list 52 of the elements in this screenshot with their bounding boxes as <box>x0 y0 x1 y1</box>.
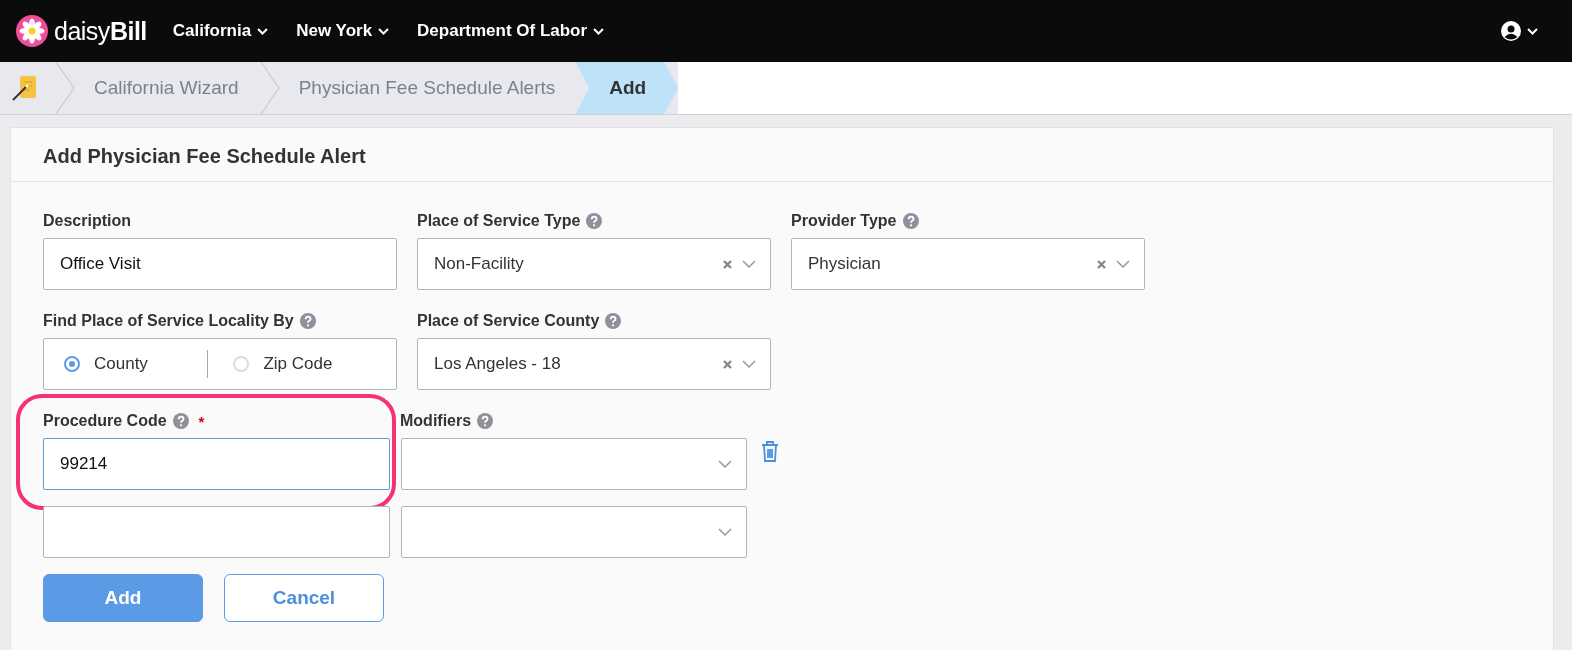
required-mark: * <box>198 412 205 430</box>
clear-icon[interactable] <box>723 259 732 269</box>
field-label: Description <box>43 212 131 230</box>
caret-icon <box>1527 27 1538 35</box>
radio-option[interactable]: County <box>64 354 207 374</box>
chevron-down-icon <box>718 460 732 468</box>
select-value: Non-Facility <box>434 254 525 274</box>
text-input-field[interactable]: Office Visit <box>43 238 397 290</box>
help-icon[interactable] <box>902 213 919 229</box>
field-label: Modifiers <box>400 412 472 430</box>
select-field[interactable]: Non-Facility <box>417 238 771 290</box>
form-title: Add Physician Fee Schedule Alert <box>11 128 1553 182</box>
select-field[interactable]: Los Angeles - 18 <box>417 338 771 390</box>
trash-icon <box>760 440 780 463</box>
field-label: Find Place of Service Locality By <box>43 312 294 330</box>
breadcrumb-item[interactable]: Add <box>575 62 679 114</box>
field-label: Provider Type <box>791 212 897 230</box>
user-menu[interactable] <box>1501 21 1538 41</box>
clear-icon[interactable] <box>723 359 732 369</box>
help-icon[interactable] <box>605 313 622 329</box>
radio-option[interactable]: Zip Code <box>233 354 376 374</box>
field-label: Place of Service Type <box>417 212 581 230</box>
select-field[interactable] <box>401 438 747 490</box>
caret-icon <box>593 27 605 35</box>
radio-label[interactable]: County <box>94 354 148 374</box>
flower-logo-icon <box>16 15 48 47</box>
select-field[interactable] <box>401 506 747 558</box>
radio-button[interactable] <box>64 356 80 372</box>
chevron-down-icon <box>1116 260 1130 268</box>
help-icon[interactable] <box>172 413 189 429</box>
caret-icon <box>257 27 269 35</box>
field-label: Place of Service County <box>417 312 600 330</box>
chevron-down-icon <box>742 360 756 368</box>
help-icon[interactable] <box>477 413 494 429</box>
procedure-code-field[interactable] <box>43 506 390 558</box>
select-value: Los Angeles - 18 <box>434 354 562 374</box>
logo-text: daisyBill <box>54 16 147 46</box>
user-icon <box>1501 21 1521 41</box>
clear-icon[interactable] <box>1097 259 1106 269</box>
field-label: Procedure Code <box>43 412 167 430</box>
procedure-code-field[interactable]: 99214 <box>43 438 390 490</box>
select-value: Physician <box>808 254 882 274</box>
nav-menu[interactable]: California <box>172 21 269 41</box>
chevron-down-icon <box>718 528 732 536</box>
nav-menu[interactable]: New York <box>296 21 390 41</box>
help-icon[interactable] <box>586 213 603 229</box>
caret-icon <box>378 27 390 35</box>
select-field[interactable]: Physician <box>791 238 1145 290</box>
radio-label[interactable]: Zip Code <box>263 354 333 374</box>
help-icon[interactable] <box>299 313 316 329</box>
chevron-down-icon <box>742 260 756 268</box>
nav-menu[interactable]: Department Of Labor <box>417 21 605 41</box>
